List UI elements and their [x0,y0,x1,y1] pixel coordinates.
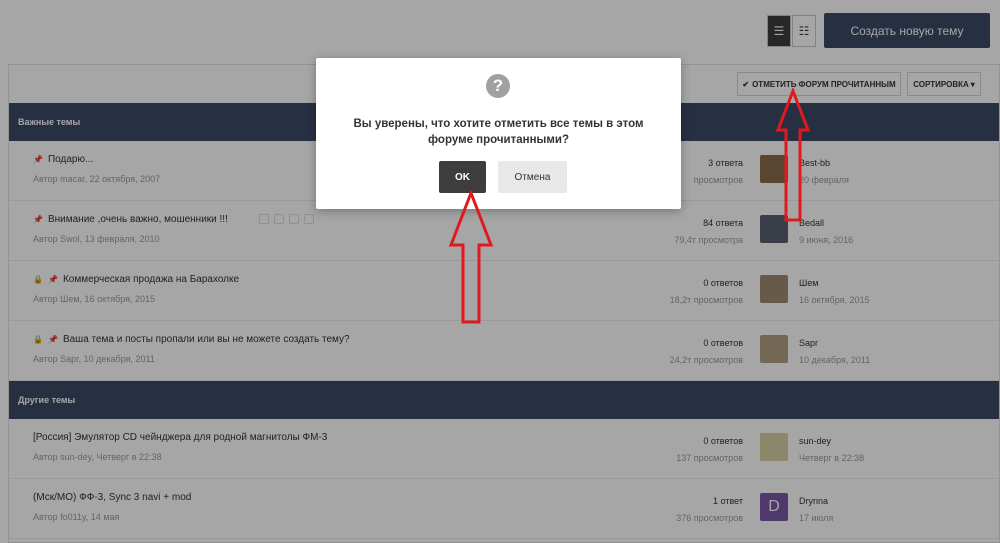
confirm-dialog: ? Вы уверены, что хотите отметить все те… [316,58,681,209]
confirm-message: Вы уверены, что хотите отметить все темы… [353,118,644,146]
cancel-button[interactable]: Отмена [498,161,567,193]
annotation-arrow-mark-read [775,88,811,222]
annotation-arrow-ok [448,190,494,324]
ok-button[interactable]: OK [439,161,486,193]
question-circle-icon: ? [486,74,510,98]
